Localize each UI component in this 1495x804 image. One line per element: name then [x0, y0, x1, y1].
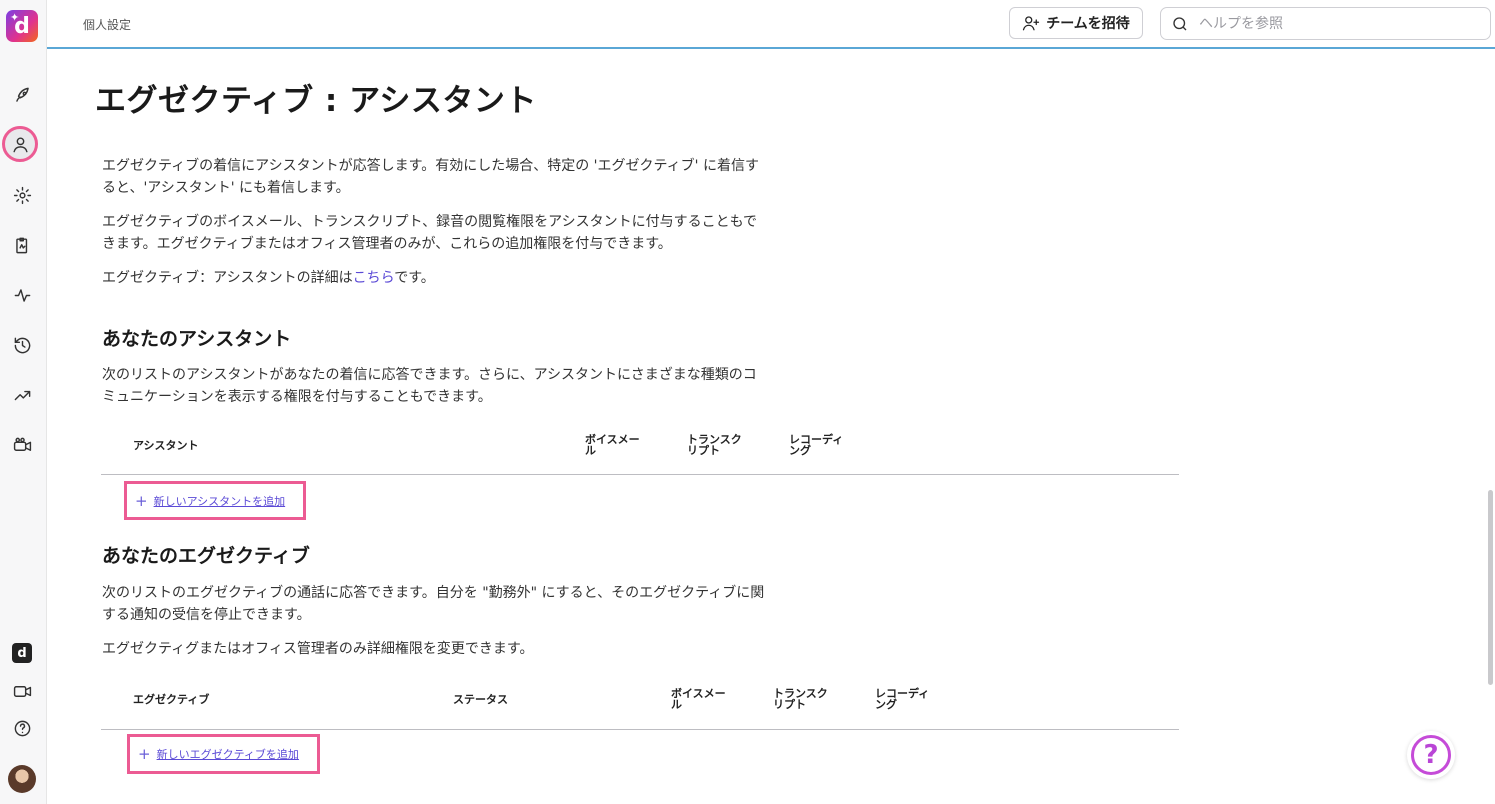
gear-icon[interactable]: [7, 180, 37, 210]
main-content: エグゼクティブ : アシスタント エグゼクティブの着信にアシスタントが応答します…: [47, 49, 1487, 804]
search-icon: [1173, 16, 1187, 30]
column-header-transcript: トランスクリプト: [773, 687, 828, 711]
page-breadcrumb: 個人設定: [83, 18, 132, 32]
activity-icon[interactable]: [7, 280, 37, 310]
add-assistant-button[interactable]: + 新しいアシスタントを追加: [124, 481, 306, 520]
executives-note: エグゼクティグまたはオフィス管理者のみ詳細権限を変更できます。: [102, 641, 534, 657]
scrollbar[interactable]: [1488, 490, 1493, 685]
invite-team-label: チームを招待: [1046, 16, 1130, 32]
details-text-end: です。: [394, 270, 435, 286]
executives-table-divider: [101, 729, 1179, 730]
video-icon[interactable]: [7, 676, 37, 706]
details-text: エグゼクティブ：アシスタントの詳細は: [102, 270, 353, 286]
column-header-voicemail: ボイスメール: [671, 687, 726, 711]
intro-paragraph-3: エグゼクティブ：アシスタントの詳細はこちらです。: [102, 267, 767, 289]
column-header-voicemail: ボイスメール: [585, 433, 640, 457]
intro-paragraph-2: エグゼクティブのボイスメール、トランスクリプト、録音の閲覧権限をアシスタントに付…: [102, 214, 758, 252]
executives-description: 次のリストのエグゼクティブの通話に応答できます。自分を "勤務外" にすると、そ…: [102, 585, 765, 623]
clipboard-icon[interactable]: [7, 230, 37, 260]
help-button[interactable]: ?: [1407, 731, 1455, 779]
question-mark-icon: ?: [1411, 735, 1451, 775]
column-header-recording: レコーディング: [875, 687, 930, 711]
intro-paragraph-1: エグゼクティブの着信にアシスタントが応答します。有効にした場合、特定の 'エグゼ…: [102, 158, 759, 196]
details-link[interactable]: こちら: [353, 270, 395, 286]
sidebar: ✦ d d: [0, 0, 47, 804]
add-assistant-label[interactable]: 新しいアシスタントを追加: [154, 493, 286, 509]
person-icon[interactable]: [2, 126, 38, 162]
add-executive-button[interactable]: + 新しいエグゼクティブを追加: [127, 734, 320, 774]
small-app-logo[interactable]: d: [12, 643, 32, 663]
rocket-icon[interactable]: [7, 80, 37, 110]
column-header-status: ステータス: [453, 693, 508, 706]
column-header-assistant: アシスタント: [133, 439, 199, 452]
assistants-table-divider: [101, 474, 1179, 475]
column-header-transcript: トランスクリプト: [687, 433, 742, 457]
trending-icon[interactable]: [7, 380, 37, 410]
assistants-heading: あなたのアシスタント: [102, 328, 292, 350]
column-header-executive: エグゼクティブ: [133, 693, 210, 706]
sparkle-icon: ✦: [10, 11, 20, 24]
page-title: エグゼクティブ : アシスタント: [95, 83, 537, 119]
history-icon[interactable]: [7, 330, 37, 360]
add-executive-label[interactable]: 新しいエグゼクティブを追加: [157, 746, 299, 762]
top-bar: 個人設定 チームを招待: [47, 0, 1495, 49]
assistants-description: 次のリストのアシスタントがあなたの着信に応答できます。さらに、アシスタントにさま…: [102, 367, 757, 405]
help-search[interactable]: [1160, 7, 1491, 40]
invite-team-button[interactable]: チームを招待: [1009, 7, 1143, 39]
executives-heading: あなたのエグゼクティブ: [102, 545, 310, 567]
column-header-recording: レコーディング: [789, 433, 844, 457]
app-logo[interactable]: ✦ d: [6, 10, 38, 42]
plus-icon: +: [135, 491, 148, 510]
help-search-input[interactable]: [1197, 14, 1481, 33]
small-logo-letter: d: [17, 645, 27, 661]
add-user-icon: [1023, 16, 1040, 31]
avatar[interactable]: [8, 765, 36, 793]
video-camera-icon[interactable]: [7, 430, 37, 460]
plus-icon: +: [138, 745, 151, 763]
help-circle-icon[interactable]: [7, 713, 37, 743]
